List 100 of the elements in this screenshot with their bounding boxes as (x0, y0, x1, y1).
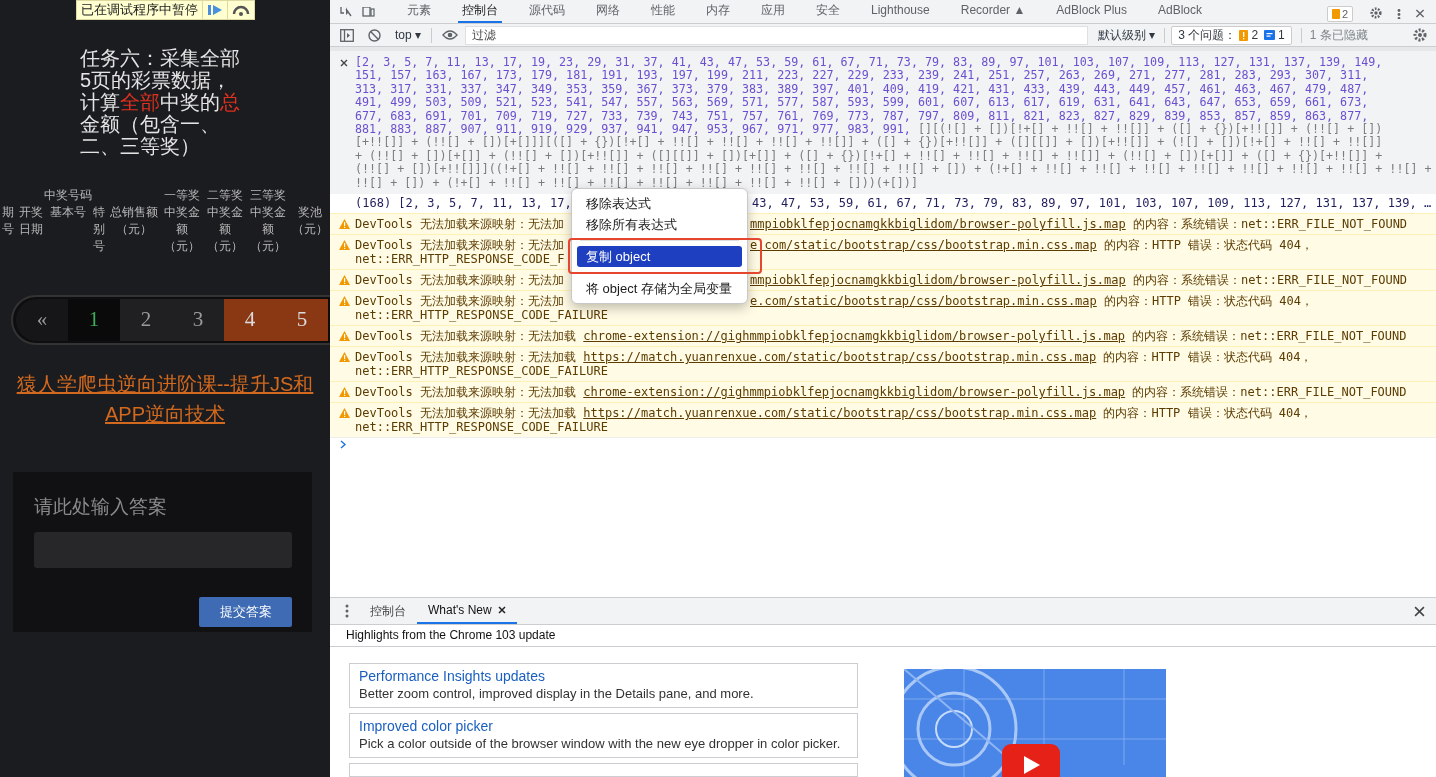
panel-tab[interactable]: 安全 (812, 0, 844, 23)
message-text: net::ERR_HTTP_RESPONSE_CODE_FAILURE (355, 308, 608, 323)
column-group-header: 中奖号码 (44, 187, 92, 204)
settings-icon[interactable] (1413, 28, 1427, 42)
panel-tab[interactable]: 性能 (647, 0, 679, 23)
page-button[interactable]: « (16, 299, 68, 341)
warning-icon (339, 296, 350, 307)
panel-tab[interactable]: Lighthouse (867, 0, 934, 23)
task-title: 任务六：采集全部 5页的彩票数据， 计算全部中奖的总 金额（包含一、 二、三等奖） (80, 47, 241, 157)
column-header: 中奖金额（元） (249, 204, 287, 255)
card-description: Pick a color outside of the browser window with the new eye dropper in color picker. (359, 735, 842, 753)
issues-button[interactable]: 3 个问题： 2 1 (1171, 25, 1292, 45)
issues-badge[interactable]: 2 (1326, 6, 1353, 22)
menu-item[interactable]: 移除表达式 (577, 193, 742, 214)
clear-console-icon[interactable] (368, 28, 381, 42)
panel-tab[interactable]: 应用 (757, 0, 789, 23)
source-link[interactable]: https://match.yuanrenxue.com/static/bootstrap/css/bootstrap.min.css.map (583, 406, 1097, 421)
settings-icon[interactable] (1369, 7, 1383, 19)
filter-field[interactable]: 过滤 (465, 25, 1088, 45)
menu-item[interactable]: 复制 object (577, 246, 742, 267)
panel-tab[interactable]: 元素 (403, 0, 435, 23)
message-text: net::ERR_HTTP_RESPONSE_CODE_F (355, 252, 565, 267)
column-group-header: 二等奖 (207, 187, 243, 204)
hidden-count: 1 条已隐藏 (1309, 27, 1368, 44)
submit-button[interactable]: 提交答案 (199, 597, 292, 627)
column-header: 奖池（元） (292, 204, 328, 238)
update-card[interactable]: Performance Insights updates Better zoom control, improved display in the Details pane, and more. (349, 663, 858, 708)
message-text: DevTools 无法加载来源映射：无法加载 (355, 385, 578, 400)
message-text: 的内容：系统错误：net::ERR_FILE_NOT_FOUND (1131, 385, 1407, 400)
course-link[interactable]: 猿人学爬虫逆向进阶课--提升JS和APP逆向技术 (15, 369, 315, 429)
page-button[interactable]: 2 (120, 299, 172, 341)
sidebar-toggle-icon[interactable] (340, 28, 354, 42)
drawer-tab[interactable]: 控制台 (359, 598, 417, 624)
inspect-icon[interactable] (340, 7, 353, 17)
message-text: 的内容：系统错误：net::ERR_FILE_NOT_FOUND (1131, 217, 1408, 232)
more-options-icon[interactable] (345, 604, 349, 618)
drawer-tab[interactable]: What's New (417, 598, 517, 624)
message-text: 的内容：系统错误：net::ERR_FILE_NOT_FOUND (1131, 329, 1407, 344)
context-selector[interactable]: top ▾ (395, 26, 421, 44)
message-text: DevTools 无法加载来源映射：无法加 (355, 294, 565, 309)
more-options-icon[interactable] (1397, 9, 1401, 19)
panel-tab[interactable]: 网络 (592, 0, 624, 23)
result-text: 43, 47, 53, 59, 61, 67, 71, 73, 79, 83, 89, 97, 101, 103, 107, 109, 113, 127, 131, 137, 139, … (752, 197, 1432, 211)
source-link[interactable]: chrome-extension://gighmmpiobklfepjocnamgkkbiglidom/browser-polyfill.js.map (583, 385, 1126, 400)
column-group-header: 三等奖 (250, 187, 286, 204)
card-description: Better zoom control, improved display in the Details pane, and more. (359, 685, 755, 703)
page-button[interactable]: 5 (276, 299, 328, 341)
paused-text: 已在调试程序中暂停 (80, 1, 199, 20)
panel-tab[interactable]: Recorder ▲ (956, 0, 1030, 23)
info-count: 1 (1278, 27, 1285, 44)
result-text: (168) [2, 3, 5, 7, 11, 13, 17, (355, 196, 572, 211)
resume-icon (207, 4, 223, 16)
close-icon[interactable] (497, 606, 506, 614)
update-card[interactable]: Improved color picker Pick a color outside of the browser window with the new eye dropper in color picker. (349, 713, 858, 758)
menu-item[interactable]: 将 object 存储为全局变量 (577, 278, 742, 299)
message-text: DevTools 无法加载来源映射：无法加载 (355, 329, 578, 344)
message-text: 的内容：HTTP 错误：状态代码 404， (1103, 238, 1314, 253)
warning-icon (339, 275, 350, 286)
column-group-header: 一等奖 (164, 187, 200, 204)
card-title[interactable]: Improved color picker (359, 717, 848, 735)
answer-label: 请此处输入答案 (34, 495, 168, 519)
info-flag-icon (1264, 29, 1276, 41)
column-header: 基本号 (50, 204, 86, 221)
page-button[interactable]: 4 (224, 299, 276, 341)
drawer-header: Highlights from the Chrome 103 update (330, 625, 1436, 647)
log-level-dropdown[interactable]: 默认级别 ▾ (1098, 26, 1156, 44)
message-text: DevTools 无法加载来源映射：无法加 (355, 238, 565, 253)
message-text: 的内容：HTTP 错误：状态代码 404， (1102, 350, 1313, 365)
close-icon[interactable] (1414, 605, 1425, 617)
message-text: DevTools 无法加载来源映射：无法加载 (355, 406, 578, 421)
eye-icon[interactable] (442, 30, 458, 40)
message-text: DevTools 无法加载来源映射：无法加 (355, 273, 565, 288)
step-over-icon (232, 4, 250, 16)
warning-flag-icon (1331, 9, 1340, 19)
source-link[interactable]: mmpiobklfepjocnamgkkbiglidom/browser-polyfill.js.map (750, 217, 1126, 232)
column-header: 总销售额（元） (110, 204, 158, 238)
source-link[interactable]: e.com/static/bootstrap/css/bootstrap.min.css.map (750, 294, 1097, 309)
column-header: 特别号 (93, 204, 105, 255)
prompt-icon (340, 440, 347, 450)
page-button[interactable]: 3 (172, 299, 224, 341)
card-title[interactable]: Performance Insights updates (359, 667, 848, 685)
warning-icon (339, 387, 350, 398)
message-text: 的内容：HTTP 错误：状态代码 404， (1102, 406, 1313, 421)
column-header: 期号 (2, 204, 14, 238)
close-icon[interactable] (340, 59, 348, 67)
source-link[interactable]: https://match.yuanrenxue.com/static/bootstrap/css/bootstrap.min.css.map (583, 350, 1097, 365)
panel-tab[interactable]: 源代码 (525, 0, 569, 23)
warning-icon (339, 352, 350, 363)
panel-tab[interactable]: 内存 (702, 0, 734, 23)
warning-icon (339, 331, 350, 342)
column-header: 中奖金额（元） (163, 204, 201, 255)
message-text: net::ERR_HTTP_RESPONSE_CODE_FAILURE (355, 364, 608, 379)
menu-item[interactable]: 移除所有表达式 (577, 214, 742, 235)
source-link[interactable]: chrome-extension://gighmmpiobklfepjocnamgkkbiglidom/browser-polyfill.js.map (583, 329, 1126, 344)
panel-tab[interactable]: AdBlock Plus (1052, 0, 1131, 23)
panel-tab[interactable]: AdBlock (1154, 0, 1207, 23)
source-link[interactable]: mmpiobklfepjocnamgkkbiglidom/browser-polyfill.js.map (750, 273, 1126, 288)
device-toolbar-icon[interactable] (362, 7, 375, 17)
page-button[interactable]: 1 (68, 299, 120, 341)
warning-flag-icon (1239, 29, 1249, 41)
